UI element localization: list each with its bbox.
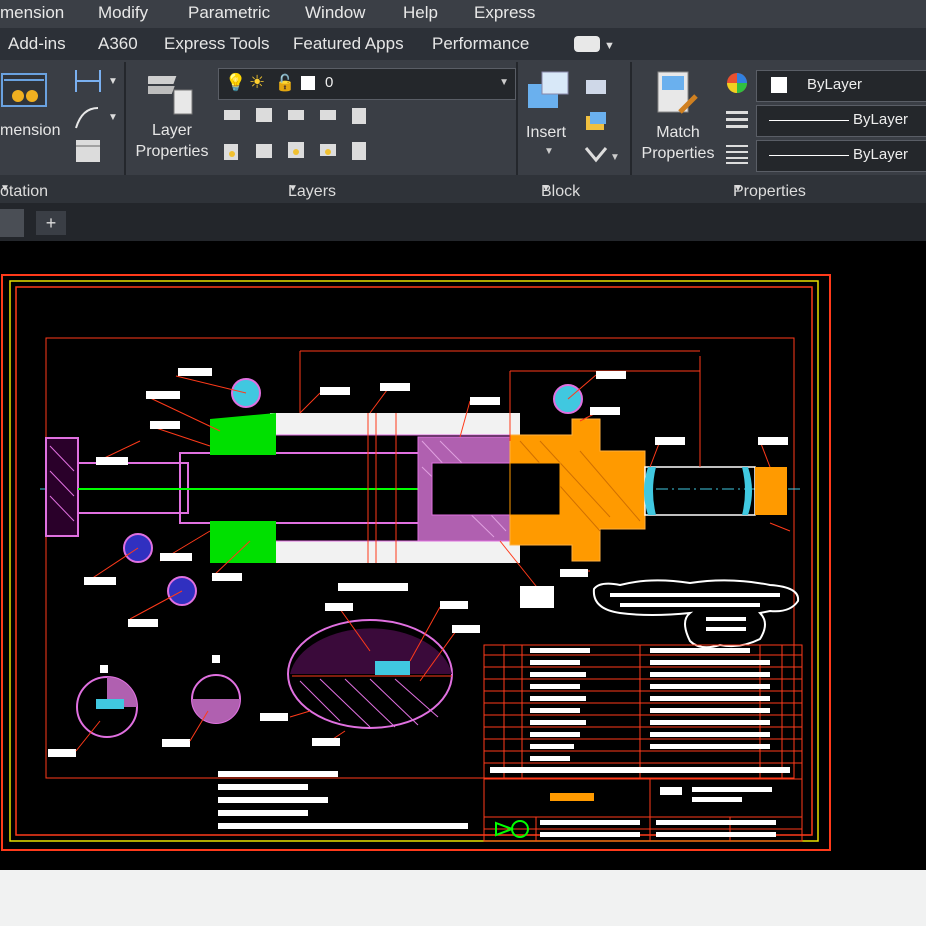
menu-express[interactable]: Express <box>474 3 535 23</box>
line-sample-icon <box>769 155 849 156</box>
chevron-down-icon[interactable]: ▼ <box>544 146 554 157</box>
block-editor-icon[interactable] <box>582 74 612 100</box>
chevron-down-icon: ▼ <box>541 183 551 194</box>
color-swatch-icon <box>771 77 787 93</box>
chevron-down-icon[interactable]: ▼ <box>499 77 509 88</box>
lineweight-value: ByLayer <box>853 146 909 163</box>
create-block-icon[interactable] <box>582 108 612 134</box>
svg-text:▼: ▼ <box>108 76 118 87</box>
title-block-company <box>550 793 594 801</box>
match-properties-label-line2: Properties <box>641 145 715 162</box>
layer-tools-icons[interactable] <box>218 104 388 170</box>
piston-bore <box>431 462 513 516</box>
revision-cloud <box>592 579 800 649</box>
rod-eye <box>45 437 79 537</box>
layer-properties-label-line2: Properties <box>135 143 209 160</box>
section-seal <box>375 661 410 675</box>
linear-dimension-icon[interactable]: ▼ <box>72 66 122 96</box>
workspace-switch-icon[interactable] <box>574 36 600 52</box>
barrel-bottom-wall <box>270 541 520 563</box>
revision-cloud-text <box>610 593 780 631</box>
chevron-down-icon: ▼ <box>0 183 10 194</box>
sun-icon: ☀ <box>249 72 266 92</box>
linetype-dropdown[interactable]: ByLayer <box>756 105 926 137</box>
match-properties-label-line1: Match <box>656 124 700 141</box>
layer-properties-label[interactable]: Layer Properties <box>132 120 212 162</box>
menu-help[interactable]: Help <box>403 3 438 23</box>
monitor-bezel <box>0 870 926 926</box>
match-properties-icon[interactable] <box>652 68 702 118</box>
insert-block-icon[interactable] <box>526 70 574 114</box>
table-icon[interactable] <box>74 138 104 166</box>
detail-view-a-seal <box>96 699 124 709</box>
color-swatch-icon <box>301 76 315 90</box>
linetype-icon[interactable] <box>724 108 752 132</box>
insert-label[interactable]: Insert <box>526 122 566 143</box>
rear-bearing-right <box>742 467 752 515</box>
properties-title-text: Properties <box>733 183 806 200</box>
gland-bottom <box>210 521 276 563</box>
layer-properties-icon[interactable] <box>148 66 198 116</box>
tab-add-ins[interactable]: Add-ins <box>8 34 66 54</box>
chevron-down-icon[interactable]: ▼ <box>604 40 615 52</box>
rear-clevis <box>755 467 787 515</box>
color-value: ByLayer <box>807 76 863 93</box>
technical-notes <box>218 771 468 829</box>
tab-featured-apps[interactable]: Featured Apps <box>293 34 404 54</box>
tab-performance[interactable]: Performance <box>432 34 529 54</box>
ribbon-tab-bar: Add-ins A360 Express Tools Featured Apps… <box>0 28 926 60</box>
layer-name: 0 <box>325 74 334 91</box>
bulb-icon: 💡 <box>225 73 247 92</box>
chevron-down-icon: ▼ <box>733 183 743 194</box>
menu-parametric[interactable]: Parametric <box>188 3 270 23</box>
rear-bearing-left <box>644 467 656 515</box>
svg-text:▼: ▼ <box>610 152 620 163</box>
color-wheel-icon[interactable] <box>724 70 752 98</box>
chevron-down-icon: ▼ <box>288 183 298 194</box>
lineweight-icon[interactable] <box>724 142 752 166</box>
menu-window[interactable]: Window <box>305 3 365 23</box>
gland-top <box>210 413 276 455</box>
lineweight-dropdown[interactable]: ByLayer <box>756 140 926 172</box>
panel-title-bar: otation ▼ Layers ▼ Block ▼ Properties ▼ <box>0 175 926 203</box>
section-ellipse-hatch <box>299 678 439 728</box>
block-attribute-icon[interactable]: ▼ <box>582 142 622 168</box>
file-tab[interactable] <box>0 209 24 237</box>
detail-view-b-fill <box>192 699 240 723</box>
lock-icon: 🔓 <box>275 75 295 92</box>
layer-properties-label-line1: Layer <box>151 122 193 139</box>
new-tab-button[interactable]: + <box>36 211 66 235</box>
tab-express-tools[interactable]: Express Tools <box>164 34 270 54</box>
menu-dimension[interactable]: mension <box>0 3 64 23</box>
line-sample-icon <box>769 120 849 121</box>
document-tab-bar: + <box>0 203 926 241</box>
linetype-value: ByLayer <box>853 111 909 128</box>
tab-a360[interactable]: A360 <box>98 34 138 54</box>
cad-drawing[interactable] <box>0 241 926 870</box>
ribbon: mension ▼ ▼ Layer Properties 💡 ☀ 🔓 0 ▼ I <box>0 60 926 175</box>
end-cap-bore <box>509 462 561 516</box>
match-properties-label[interactable]: Match Properties <box>636 122 720 164</box>
layer-dropdown[interactable]: 💡 ☀ 🔓 0 ▼ <box>218 68 516 100</box>
barrel-top-wall <box>270 413 520 435</box>
dimension-icon[interactable] <box>0 66 50 116</box>
menu-modify[interactable]: Modify <box>98 3 148 23</box>
menu-bar: mension Modify Parametric Window Help Ex… <box>0 0 926 28</box>
svg-text:▼: ▼ <box>108 112 118 123</box>
rear-eye <box>644 466 756 516</box>
dimension-label[interactable]: mension <box>0 120 60 141</box>
color-dropdown[interactable]: ByLayer <box>756 70 926 102</box>
drawing-canvas[interactable] <box>0 241 926 870</box>
leader-icon[interactable]: ▼ <box>72 102 122 132</box>
